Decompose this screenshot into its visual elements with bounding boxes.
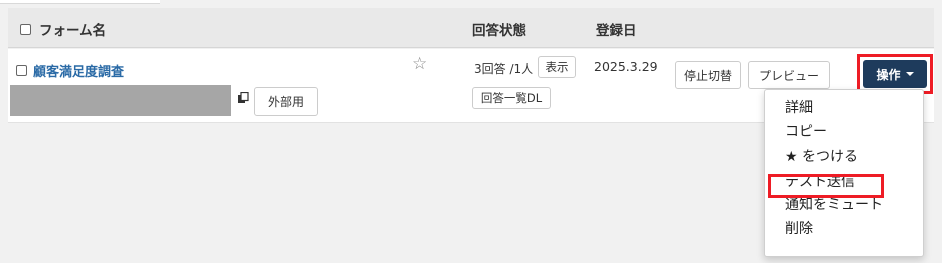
registered-date: 2025.3.29 — [594, 59, 658, 74]
form-name-link[interactable]: 顧客満足度調査 — [33, 61, 124, 80]
select-all-checkbox[interactable] — [20, 23, 31, 35]
preview-button[interactable]: プレビュー — [748, 61, 830, 89]
header-name-cell: フォーム名 — [20, 19, 106, 39]
operation-button-label: 操作 — [876, 67, 901, 82]
operation-dropdown-button[interactable]: 操作 — [863, 60, 927, 88]
test-send-highlight-box — [768, 174, 884, 198]
header-status-label: 回答状態 — [472, 23, 526, 39]
menu-item-details[interactable]: 詳細 — [785, 97, 813, 117]
header-name-label: フォーム名 — [39, 23, 107, 39]
copy-icon-graphic — [238, 91, 249, 103]
external-use-button[interactable]: 外部用 — [254, 87, 318, 116]
copy-icon[interactable] — [236, 91, 250, 106]
top-tab-strip — [0, 0, 160, 4]
operation-dropdown-menu: 詳細 コピー ★ をつける テスト送信 通知をミュート 削除 — [764, 89, 924, 257]
menu-item-copy[interactable]: コピー — [785, 121, 827, 141]
form-url-field-redacted — [10, 85, 231, 116]
show-answers-button[interactable]: 表示 — [538, 56, 576, 78]
download-answers-button[interactable]: 回答一覧DL — [472, 87, 551, 109]
table-header: フォーム名 回答状態 登録日 — [8, 8, 934, 48]
menu-item-add-star[interactable]: ★ をつける — [785, 146, 858, 166]
row-checkbox[interactable] — [16, 65, 27, 76]
menu-item-delete[interactable]: 削除 — [785, 218, 813, 238]
form-name-cell: 顧客満足度調査 — [16, 61, 124, 80]
star-outline-icon[interactable]: ☆ — [412, 54, 427, 74]
header-date-label: 登録日 — [596, 23, 637, 39]
operation-highlight-box: 操作 — [857, 54, 933, 94]
stop-toggle-button[interactable]: 停止切替 — [675, 61, 741, 89]
answer-count: 3回答 /1人 — [474, 62, 534, 76]
caret-down-icon — [905, 72, 914, 76]
